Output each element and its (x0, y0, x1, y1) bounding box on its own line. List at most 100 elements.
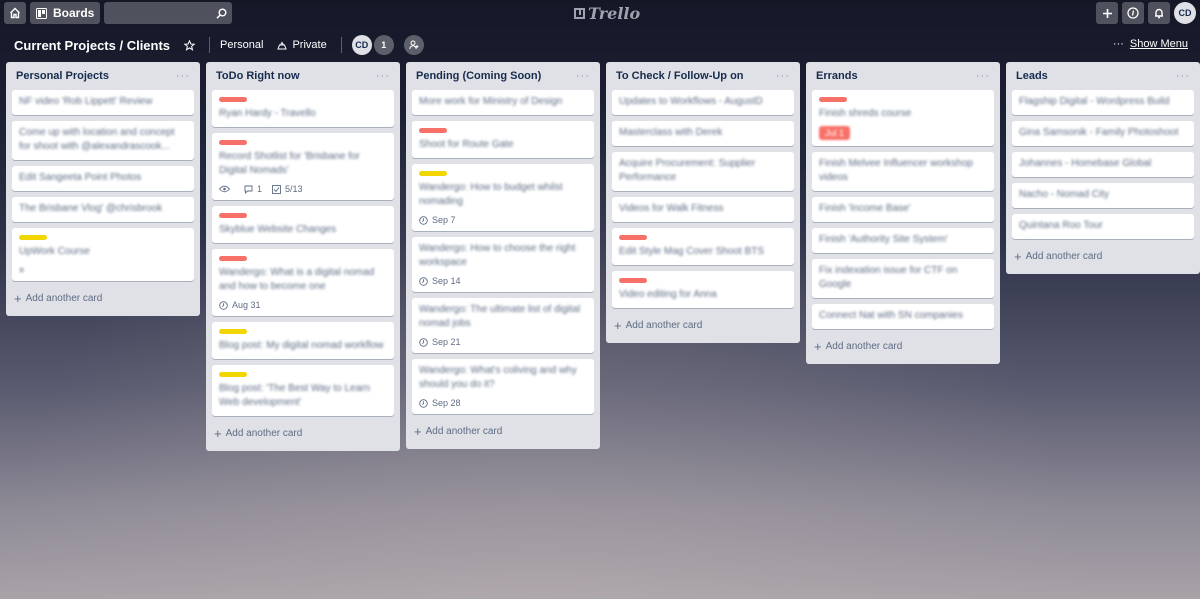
card[interactable]: Wandergo: What's coliving and why should… (412, 359, 594, 414)
card[interactable]: Updates to Workflows - AugustD (612, 90, 794, 115)
plus-icon: + (614, 318, 622, 333)
add-card-button[interactable]: + Add another card (812, 335, 994, 360)
card-label-red[interactable] (819, 97, 847, 102)
card-label-yellow[interactable] (219, 372, 247, 377)
card[interactable]: Finish Melvee Influencer workshop videos (812, 152, 994, 191)
create-button[interactable] (1096, 2, 1118, 24)
card[interactable]: Skyblue Website Changes (212, 206, 394, 243)
list-menu-icon[interactable]: ··· (776, 70, 790, 82)
card-label-red[interactable] (619, 235, 647, 240)
card[interactable]: More work for Ministry of Design (412, 90, 594, 115)
search-input[interactable] (104, 2, 233, 24)
card-label-red[interactable] (419, 128, 447, 133)
due-date: Sep 28 (432, 398, 461, 408)
card[interactable]: Video editing for Anna (612, 271, 794, 308)
card[interactable]: UpWork Course ≡ (12, 228, 194, 281)
card[interactable]: Videos for Walk Fitness (612, 197, 794, 222)
list: Pending (Coming Soon) ··· More work for Mi… (406, 62, 600, 449)
card[interactable]: The Brisbane Vlog' @chrisbrook (12, 197, 194, 222)
list-menu-icon[interactable]: ··· (976, 70, 990, 82)
star-icon (184, 39, 196, 51)
visibility-button[interactable]: Private (277, 39, 327, 51)
card-label-red[interactable] (219, 256, 247, 261)
card[interactable]: Johannes - Homebase Global (1012, 152, 1194, 177)
list-menu-icon[interactable]: ··· (576, 70, 590, 82)
card-label-red[interactable] (219, 213, 247, 218)
member-avatar[interactable]: CD (351, 35, 372, 55)
card-badges: Aug 31 (219, 300, 387, 310)
plus-icon: + (1014, 249, 1022, 264)
team-button[interactable]: Personal (220, 39, 263, 51)
add-card-button[interactable]: + Add another card (412, 420, 594, 445)
notifications-button[interactable] (1148, 2, 1170, 24)
card-label-red[interactable] (219, 97, 247, 102)
list-title[interactable]: To Check / Follow-Up on (616, 70, 744, 82)
trello-logo[interactable]: Trello (574, 4, 640, 23)
list-title[interactable]: Pending (Coming Soon) (416, 70, 541, 82)
card-label-yellow[interactable] (19, 235, 47, 240)
card[interactable]: Record Shotlist for 'Brisbane for Digita… (212, 133, 394, 200)
card-badges: 1 5/13 (219, 184, 387, 194)
card[interactable]: Wandergo: The ultimate list of digital n… (412, 298, 594, 353)
due-date-badge: Sep 14 (419, 276, 461, 286)
card[interactable]: Finish 'Income Base' (812, 197, 994, 222)
boards-icon (36, 7, 47, 19)
card[interactable]: Quintana Roo Tour (1012, 214, 1194, 239)
card-label-yellow[interactable] (219, 329, 247, 334)
due-date-badge: Sep 28 (419, 398, 461, 408)
card[interactable]: Finish 'Authority Site System' (812, 228, 994, 253)
card[interactable]: Gina Samsonik - Family Photoshoot (1012, 121, 1194, 146)
list-menu-icon[interactable]: ··· (376, 70, 390, 82)
list-menu-icon[interactable]: ··· (176, 70, 190, 82)
description-icon: ≡ (19, 265, 25, 275)
list-title[interactable]: Errands (816, 70, 858, 82)
card-title: Wandergo: The ultimate list of digital n… (419, 304, 581, 329)
card[interactable]: NF video 'Rob Lippett' Review (12, 90, 194, 115)
list-title[interactable]: Leads (1016, 70, 1048, 82)
card[interactable]: Ryan Hardy - Travello (212, 90, 394, 127)
add-card-button[interactable]: + Add another card (612, 314, 794, 339)
card[interactable]: Acquire Procurement: Supplier Performanc… (612, 152, 794, 191)
card[interactable]: Blog post: My digital nomad workflow (212, 322, 394, 359)
add-card-button[interactable]: + Add another card (1012, 245, 1194, 270)
show-menu-button[interactable]: ··· Show Menu (1113, 38, 1188, 50)
card[interactable]: Flagship Digital - Wordpress Build (1012, 90, 1194, 115)
add-card-button[interactable]: + Add another card (212, 422, 394, 447)
card-label-red[interactable] (619, 278, 647, 283)
card[interactable]: Blog post: 'The Best Way to Learn Web de… (212, 365, 394, 416)
card-badges: Sep 7 (419, 215, 587, 225)
boards-button[interactable]: Boards (30, 2, 101, 24)
invite-member-button[interactable] (403, 35, 424, 55)
member-count-badge[interactable]: 1 (373, 35, 394, 55)
checklist-badge: 5/13 (272, 184, 303, 194)
card[interactable]: Wandergo: How to budget whilst nomading S… (412, 164, 594, 231)
home-button[interactable] (4, 2, 26, 24)
list-title[interactable]: ToDo Right now (216, 70, 300, 82)
card[interactable]: Come up with location and concept for sh… (12, 121, 194, 160)
star-board-button[interactable] (184, 39, 196, 51)
card-label-red[interactable] (219, 140, 247, 145)
card[interactable]: Shoot for Route Gate (412, 121, 594, 158)
card[interactable]: Nacho - Nomad City (1012, 183, 1194, 208)
list-title[interactable]: Personal Projects (16, 70, 109, 82)
card[interactable]: Finish shreds course Jul 1 (812, 90, 994, 146)
clock-icon (419, 276, 428, 286)
card[interactable]: Connect Nat with SN companies (812, 304, 994, 329)
list-menu-icon[interactable]: ··· (1176, 70, 1190, 82)
info-button[interactable] (1122, 2, 1144, 24)
search-icon[interactable] (216, 8, 227, 19)
add-card-label: Add another card (25, 293, 103, 304)
card[interactable]: Wandergo: How to choose the right worksp… (412, 237, 594, 292)
card-label-yellow[interactable] (419, 171, 447, 176)
card[interactable]: Edit Style Mag Cover Shoot BTS (612, 228, 794, 265)
card[interactable]: Wandergo: What is a digital nomad and ho… (212, 249, 394, 316)
card[interactable]: Edit Sangeeta Point Photos (12, 166, 194, 191)
board-title[interactable]: Current Projects / Clients (14, 38, 170, 53)
card[interactable]: Fix indexation issue for CTF on Google (812, 259, 994, 298)
card[interactable]: Masterclass with Derek (612, 121, 794, 146)
card-title: Wandergo: What's coliving and why should… (419, 365, 577, 390)
card-title: Masterclass with Derek (619, 127, 723, 138)
user-avatar[interactable]: CD (1174, 2, 1196, 24)
card-title: Wandergo: How to choose the right worksp… (419, 243, 576, 268)
add-card-button[interactable]: + Add another card (12, 287, 194, 312)
